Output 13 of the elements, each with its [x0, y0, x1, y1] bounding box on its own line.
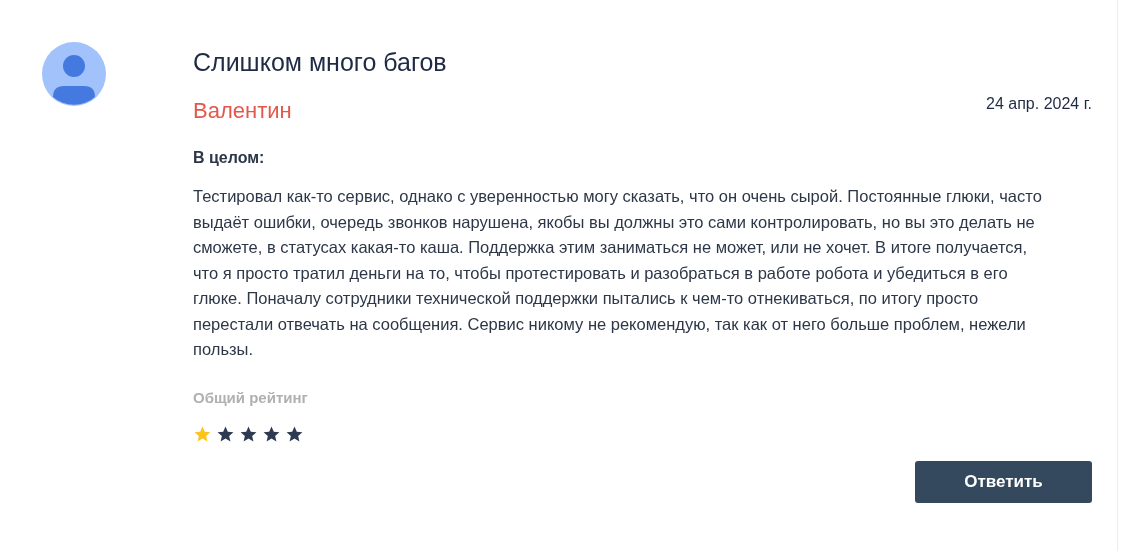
review-title: Слишком много багов: [193, 47, 448, 78]
star-icon: [262, 424, 281, 444]
review-text: Тестировал как-то сервис, однако с уверенностью могу сказать, что он очень сырой. Постоянные глюки, часто выдаёт ошибки, очередь звонков нарушена, якобы вы должны это сами контролировать, но вы это делать не сможете, в статусах какая-то каша. Поддержка этим заниматься не может, или не хочет. В итоге получается, что я просто тратил деньги на то, чтобы протестировать и разобраться в работе робота и убедиться в его глюке. Поначалу сотрудники технической поддержки пытались к чем-то отнекиваться, по итогу просто перестали отвечать на сообщения. Сервис никому не рекомендую, так как от него больше проблем, нежели пользы.: [193, 186, 1043, 360]
star-icon: [239, 424, 258, 444]
author-name: Валентин: [193, 97, 292, 125]
avatar-icon: [42, 42, 106, 106]
review-date: 24 апр. 2024 г.: [986, 94, 1092, 114]
star-icon: [285, 424, 304, 444]
rating-label: Общий рейтинг: [193, 387, 309, 408]
star-icon: [216, 424, 235, 444]
section-label: В целом:: [193, 148, 266, 168]
star-icon: [193, 424, 212, 444]
reply-button[interactable]: Ответить: [915, 460, 1092, 503]
